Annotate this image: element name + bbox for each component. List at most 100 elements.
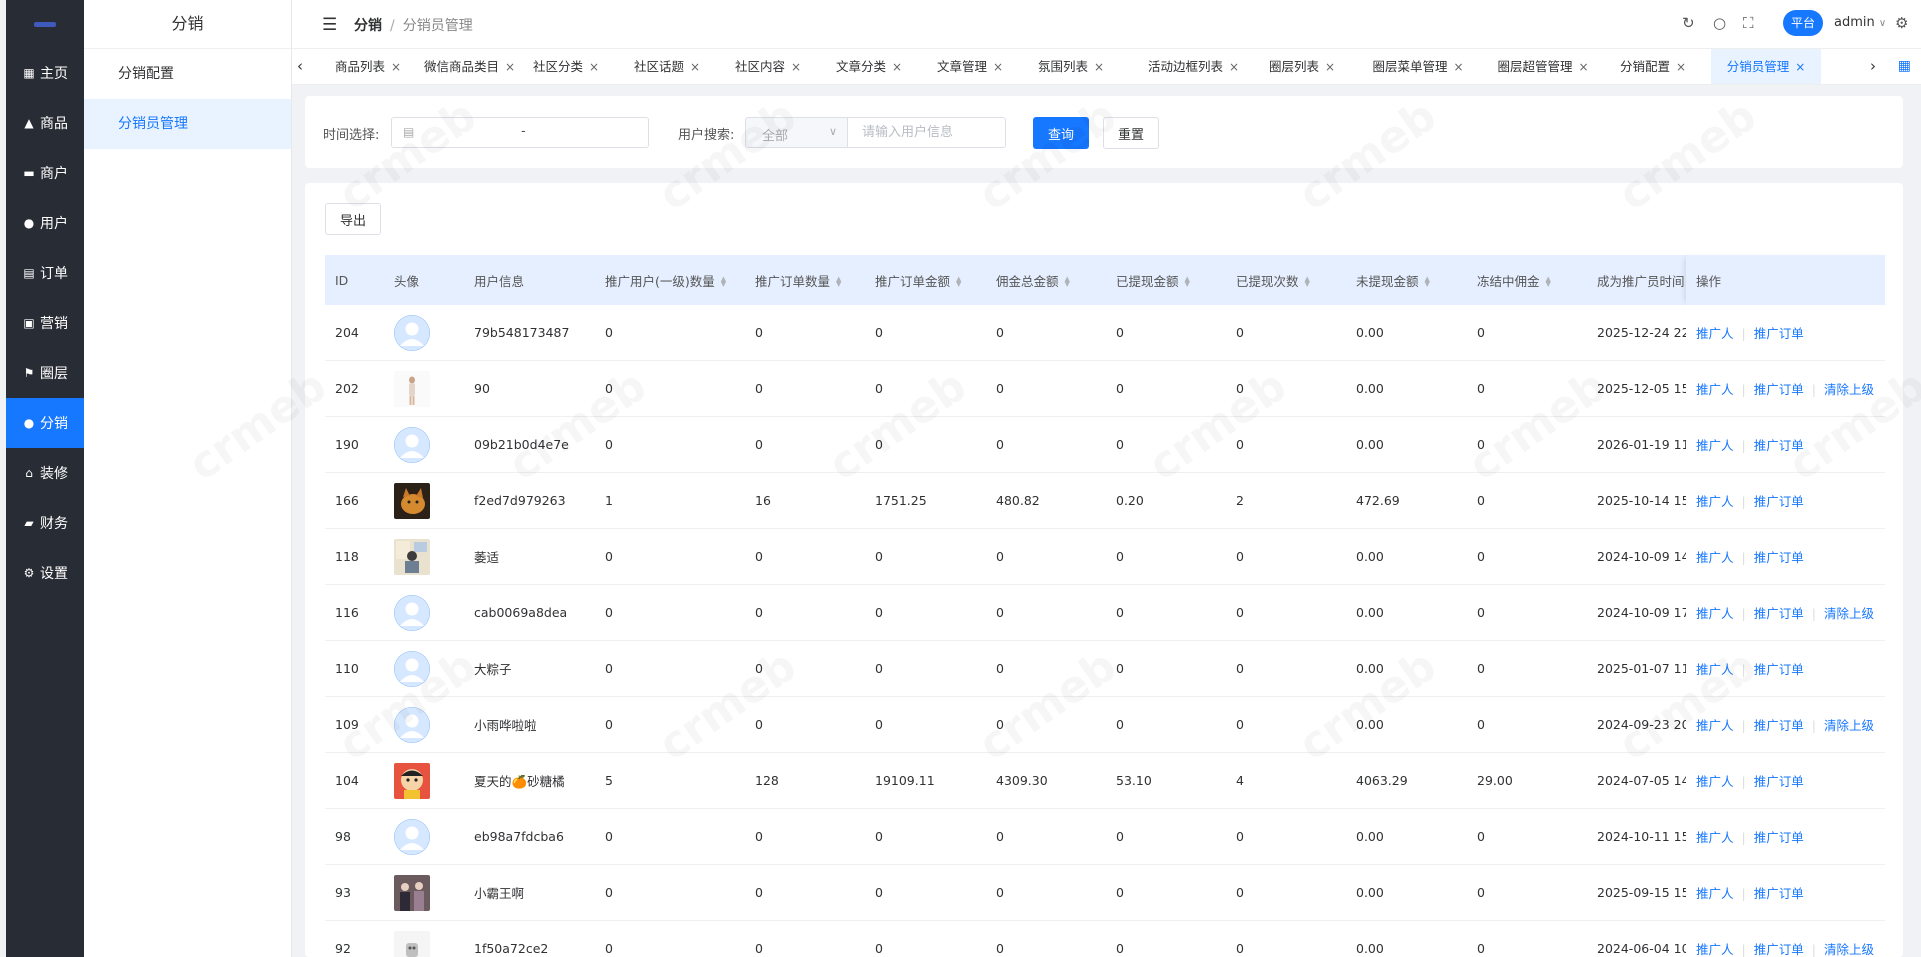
- reset-button[interactable]: 重置: [1103, 117, 1159, 149]
- promo-orders-link[interactable]: 推广订单: [1754, 942, 1804, 957]
- sidebar-item-10[interactable]: ⚙ 设置: [6, 548, 84, 598]
- tab-5[interactable]: 文章分类 ×: [826, 49, 912, 84]
- avatar[interactable]: [394, 538, 430, 575]
- menu-toggle-icon[interactable]: ☰: [322, 15, 337, 35]
- header-frozen[interactable]: 冻结中佣金 ▲ ▼: [1467, 255, 1587, 305]
- promo-orders-link[interactable]: 推广订单: [1754, 438, 1804, 453]
- search-icon[interactable]: ○: [1713, 14, 1726, 32]
- tab-12[interactable]: 分销配置 ×: [1610, 49, 1696, 84]
- promoter-link[interactable]: 推广人: [1696, 662, 1734, 677]
- header-commission-total[interactable]: 佣金总金额 ▲ ▼: [986, 255, 1106, 305]
- refresh-icon[interactable]: ↻: [1682, 14, 1695, 32]
- close-icon[interactable]: ×: [1676, 60, 1686, 74]
- export-button[interactable]: 导出: [325, 203, 381, 235]
- header-promo-amount[interactable]: 推广订单金额 ▲ ▼: [865, 255, 986, 305]
- avatar[interactable]: [394, 314, 430, 351]
- close-icon[interactable]: ×: [505, 60, 515, 74]
- close-icon[interactable]: ×: [391, 60, 401, 74]
- sidebar-item-8[interactable]: ⌂ 装修: [6, 448, 84, 498]
- query-button[interactable]: 查询: [1033, 117, 1089, 149]
- tab-9[interactable]: 圈层列表 ×: [1259, 49, 1345, 84]
- clear-parent-link[interactable]: 清除上级: [1824, 606, 1874, 621]
- tab-6[interactable]: 文章管理 ×: [927, 49, 1013, 84]
- sidebar-item-4[interactable]: ▤ 订单: [6, 248, 84, 298]
- avatar[interactable]: [394, 930, 430, 957]
- promoter-link[interactable]: 推广人: [1696, 606, 1734, 621]
- header-withdraw-count[interactable]: 已提现次数 ▲ ▼: [1226, 255, 1346, 305]
- sort-icon[interactable]: ▲ ▼: [836, 276, 841, 288]
- tab-8[interactable]: 活动边框列表 ×: [1136, 49, 1251, 84]
- promoter-link[interactable]: 推广人: [1696, 942, 1734, 957]
- promo-orders-link[interactable]: 推广订单: [1754, 718, 1804, 733]
- promo-orders-link[interactable]: 推广订单: [1754, 550, 1804, 565]
- fullscreen-icon[interactable]: ⛶: [1743, 14, 1754, 32]
- clear-parent-link[interactable]: 清除上级: [1824, 718, 1874, 733]
- tabs-menu-icon[interactable]: ▦: [1898, 58, 1911, 74]
- promo-orders-link[interactable]: 推广订单: [1754, 830, 1804, 845]
- sort-icon[interactable]: ▲ ▼: [1185, 276, 1190, 288]
- close-icon[interactable]: ×: [1229, 60, 1239, 74]
- promo-orders-link[interactable]: 推广订单: [1754, 886, 1804, 901]
- promoter-link[interactable]: 推广人: [1696, 494, 1734, 509]
- sidebar-item-5[interactable]: ▣ 营销: [6, 298, 84, 348]
- avatar[interactable]: [394, 370, 430, 407]
- tab-scroll-right-icon[interactable]: ›: [1870, 57, 1876, 75]
- sort-icon[interactable]: ▲ ▼: [1065, 276, 1070, 288]
- promoter-link[interactable]: 推广人: [1696, 550, 1734, 565]
- avatar[interactable]: [394, 874, 430, 911]
- close-icon[interactable]: ×: [892, 60, 902, 74]
- header-not-withdrawn[interactable]: 未提现金额 ▲ ▼: [1346, 255, 1467, 305]
- platform-button[interactable]: 平台: [1783, 10, 1823, 36]
- tab-scroll-left-icon[interactable]: ‹: [297, 57, 303, 75]
- sort-icon[interactable]: ▲ ▼: [1305, 276, 1310, 288]
- close-icon[interactable]: ×: [1795, 60, 1805, 74]
- close-icon[interactable]: ×: [690, 60, 700, 74]
- promoter-link[interactable]: 推广人: [1696, 830, 1734, 845]
- close-icon[interactable]: ×: [589, 60, 599, 74]
- avatar[interactable]: [394, 762, 430, 799]
- sidebar-item-3[interactable]: ● 用户: [6, 198, 84, 248]
- sidebar-item-1[interactable]: ▲ 商品: [6, 98, 84, 148]
- avatar[interactable]: [394, 818, 430, 855]
- tab-11[interactable]: 圈层超管管理 ×: [1485, 49, 1601, 84]
- promoter-link[interactable]: 推广人: [1696, 438, 1734, 453]
- promo-orders-link[interactable]: 推广订单: [1754, 326, 1804, 341]
- promoter-link[interactable]: 推广人: [1696, 382, 1734, 397]
- search-type-select[interactable]: 全部 ∨: [745, 117, 848, 148]
- tab-3[interactable]: 社区话题 ×: [624, 49, 710, 84]
- close-icon[interactable]: ×: [1325, 60, 1335, 74]
- close-icon[interactable]: ×: [1453, 60, 1463, 74]
- close-icon[interactable]: ×: [791, 60, 801, 74]
- sort-icon[interactable]: ▲ ▼: [1546, 276, 1551, 288]
- avatar[interactable]: [394, 706, 430, 743]
- promoter-link[interactable]: 推广人: [1696, 326, 1734, 341]
- header-promo-users[interactable]: 推广用户(一级)数量 ▲ ▼: [595, 255, 745, 305]
- tab-1[interactable]: 微信商品类目 ×: [414, 49, 524, 84]
- tab-7[interactable]: 氛围列表 ×: [1028, 49, 1114, 84]
- settings-gear-icon[interactable]: ⚙: [1895, 14, 1908, 32]
- avatar[interactable]: [394, 426, 430, 463]
- promo-orders-link[interactable]: 推广订单: [1754, 662, 1804, 677]
- promoter-link[interactable]: 推广人: [1696, 886, 1734, 901]
- clear-parent-link[interactable]: 清除上级: [1824, 942, 1874, 957]
- tab-10[interactable]: 圈层菜单管理 ×: [1360, 49, 1476, 84]
- avatar[interactable]: [394, 594, 430, 631]
- sidebar-item-6[interactable]: ⚑ 圈层: [6, 348, 84, 398]
- header-withdrawn-amount[interactable]: 已提现金额 ▲ ▼: [1106, 255, 1226, 305]
- avatar[interactable]: [394, 482, 430, 519]
- promoter-link[interactable]: 推广人: [1696, 774, 1734, 789]
- breadcrumb-parent[interactable]: 分销: [354, 18, 382, 34]
- close-icon[interactable]: ×: [1094, 60, 1104, 74]
- user-search-input[interactable]: [847, 117, 1006, 148]
- submenu-item-1[interactable]: 分销员管理: [84, 99, 291, 149]
- sort-icon[interactable]: ▲ ▼: [956, 276, 961, 288]
- close-icon[interactable]: ×: [1578, 60, 1588, 74]
- tab-0[interactable]: 商品列表 ×: [313, 49, 423, 84]
- promo-orders-link[interactable]: 推广订单: [1754, 774, 1804, 789]
- header-promo-orders[interactable]: 推广订单数量 ▲ ▼: [745, 255, 865, 305]
- promo-orders-link[interactable]: 推广订单: [1754, 606, 1804, 621]
- date-range-picker[interactable]: ▤ -: [391, 117, 649, 148]
- clear-parent-link[interactable]: 清除上级: [1824, 382, 1874, 397]
- tab-2[interactable]: 社区分类 ×: [523, 49, 609, 84]
- admin-menu[interactable]: admin ∨: [1834, 15, 1886, 30]
